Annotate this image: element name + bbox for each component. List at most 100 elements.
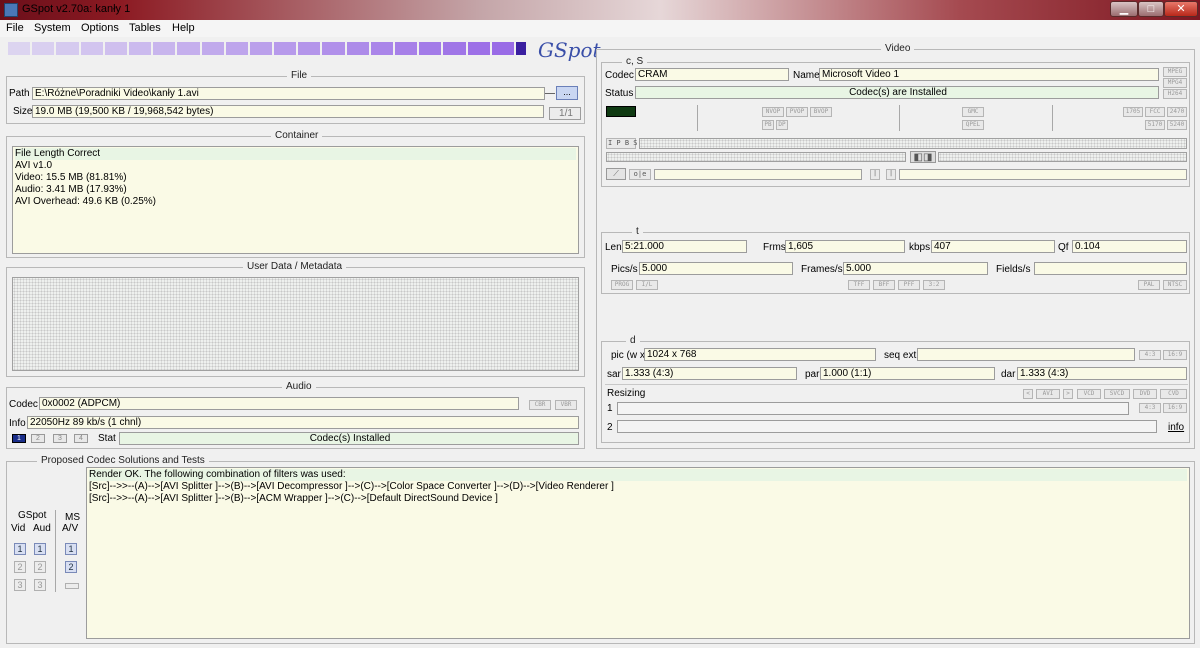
title-bar: GSpot v2.70a: kanły 1 ▁ □ ✕ xyxy=(0,0,1200,20)
frms-label: Frms xyxy=(763,242,786,253)
par-label: par xyxy=(805,369,820,380)
strip-segment xyxy=(32,42,55,55)
progress-strip xyxy=(8,42,526,55)
nvop-flag: NVOP xyxy=(762,107,784,117)
resize-dvd-button[interactable]: DVD xyxy=(1133,389,1157,399)
strip-segment xyxy=(177,42,200,55)
render-results-list: Render OK. The following combination of … xyxy=(86,467,1190,639)
path-field[interactable]: E:\Różne\Poradniki Video\kanły 1.avi xyxy=(32,87,545,100)
flag-fcc: FCC xyxy=(1145,107,1165,117)
pic-field: 1024 x 768 xyxy=(644,348,876,361)
gspot-aud-3-button[interactable]: 3 xyxy=(34,579,46,591)
container-line: AVI Overhead: 49.6 KB (0.25%) xyxy=(15,196,157,207)
strip-segment xyxy=(346,42,369,55)
fourcc-indicator xyxy=(606,106,636,117)
info-link[interactable]: info xyxy=(1168,422,1184,433)
cs-title: c, S xyxy=(622,56,648,67)
size-field: 19.0 MB (19,500 KB / 19,968,542 bytes) xyxy=(32,105,544,118)
av-label: A/V xyxy=(62,523,79,534)
dp-flag: DP xyxy=(776,120,788,130)
resize-svcd-button[interactable]: SVCD xyxy=(1104,389,1130,399)
par-field: 1.000 (1:1) xyxy=(820,367,995,380)
audio-stream-2-button[interactable]: 2 xyxy=(31,434,45,443)
pb-flag: PB xyxy=(762,120,774,130)
menu-tables[interactable]: Tables xyxy=(129,22,161,34)
aspect-4-3-tag: 4:3 xyxy=(1139,350,1161,360)
ms-av-2-button[interactable]: 2 xyxy=(65,561,77,573)
strip-segment xyxy=(419,42,442,55)
frames-field: 5.000 xyxy=(843,262,988,275)
marker-left: | xyxy=(870,169,880,180)
gop-bar-right xyxy=(938,152,1187,162)
ms-av-1-button[interactable]: 1 xyxy=(65,543,77,555)
gop-bar-left xyxy=(606,152,906,162)
maximize-button[interactable]: □ xyxy=(1138,1,1164,17)
audio-group: Audio Codec 0x0002 (ADPCM) CBR VBR Info … xyxy=(6,381,585,449)
close-button[interactable]: ✕ xyxy=(1164,1,1198,17)
ms-av-3-indicator xyxy=(65,583,79,589)
cs-subgroup: c, S Codec CRAM Name Microsoft Video 1 S… xyxy=(601,56,1190,187)
strip-segment xyxy=(274,42,297,55)
menu-help[interactable]: Help xyxy=(172,22,195,34)
strip-segment xyxy=(80,42,103,55)
cbr-indicator: CBR xyxy=(529,400,551,410)
ms-label: MS xyxy=(65,512,80,523)
d-subgroup: d pic (w x 1024 x 768 seq ext 4:3 16:9 s… xyxy=(601,335,1190,443)
path-label: Path xyxy=(9,88,30,99)
gspot-aud-1-button[interactable]: 1 xyxy=(34,543,46,555)
gop-bar-top xyxy=(639,138,1187,149)
audio-stream-3-button[interactable]: 3 xyxy=(53,434,67,443)
seq-ext-field xyxy=(917,348,1135,361)
video-status-field: Codec(s) are Installed xyxy=(635,86,1159,99)
gspot-vid-2-button[interactable]: 2 xyxy=(14,561,26,573)
menu-file[interactable]: File xyxy=(6,22,24,34)
resize-prev-button[interactable]: < xyxy=(1023,389,1033,399)
seq-ext-label: seq ext xyxy=(884,350,917,361)
strip-segment xyxy=(104,42,127,55)
chart-icon[interactable]: ⟋ xyxy=(606,168,626,180)
resize-aspect-4-3-tag: 4:3 xyxy=(1139,403,1161,413)
gspot-label: GSpot xyxy=(18,510,47,521)
gspot-aud-2-button[interactable]: 2 xyxy=(34,561,46,573)
resize-next-button[interactable]: > xyxy=(1063,389,1073,399)
pics-label: Pics/s xyxy=(611,264,638,275)
gspot-vid-3-button[interactable]: 3 xyxy=(14,579,26,591)
fields-field xyxy=(1034,262,1187,275)
codec-solutions-group: Proposed Codec Solutions and Tests GSpot… xyxy=(6,455,1195,644)
menu-system[interactable]: System xyxy=(34,22,71,34)
len-field: 5:21.000 xyxy=(622,240,747,253)
mpg4-tag: MPG4 xyxy=(1163,78,1187,88)
strip-segment xyxy=(128,42,152,55)
kbps-label: kbps xyxy=(909,242,931,253)
prog-tag: PROG xyxy=(611,280,633,290)
render-line: Render OK. The following combination of … xyxy=(89,469,1187,481)
bff-tag: BFF xyxy=(873,280,895,290)
ntsc-tag: NTSC xyxy=(1163,280,1187,290)
strip-segment xyxy=(515,42,526,55)
marker-right: | xyxy=(886,169,896,180)
minimize-button[interactable]: ▁ xyxy=(1110,1,1138,17)
strip-segment xyxy=(395,42,418,55)
gspot-vid-1-button[interactable]: 1 xyxy=(14,543,26,555)
size-label: Size xyxy=(13,106,33,117)
audio-stream-4-button[interactable]: 4 xyxy=(74,434,88,443)
ipbs-indicator: I P B S xyxy=(606,138,638,149)
render-line: [Src]-->>--(A)-->[AVI Splitter ]-->(B)--… xyxy=(89,493,498,504)
flag-2470: 2470 xyxy=(1167,107,1187,117)
metadata-area xyxy=(12,277,579,371)
pulldown-tag: 3:2 xyxy=(923,280,945,290)
audio-info-field: 22050Hz 89 kb/s (1 chnl) xyxy=(27,416,579,429)
pvop-flag: PVOP xyxy=(786,107,808,117)
menu-options[interactable]: Options xyxy=(81,22,119,34)
resize-cvd-button[interactable]: CVD xyxy=(1160,389,1187,399)
browse-button[interactable]: ... xyxy=(556,86,578,100)
bvop-flag: BVOP xyxy=(810,107,832,117)
audio-codec-label: Codec xyxy=(9,399,38,410)
resize-vcd-button[interactable]: VCD xyxy=(1077,389,1101,399)
audio-stream-1-button[interactable]: 1 xyxy=(12,434,26,443)
resize-avi-button[interactable]: AVI xyxy=(1036,389,1060,399)
file-group-title: File xyxy=(287,70,312,81)
strip-segment xyxy=(201,42,224,55)
gspot-logo: GSpot xyxy=(538,38,601,62)
strip-segment xyxy=(467,42,490,55)
